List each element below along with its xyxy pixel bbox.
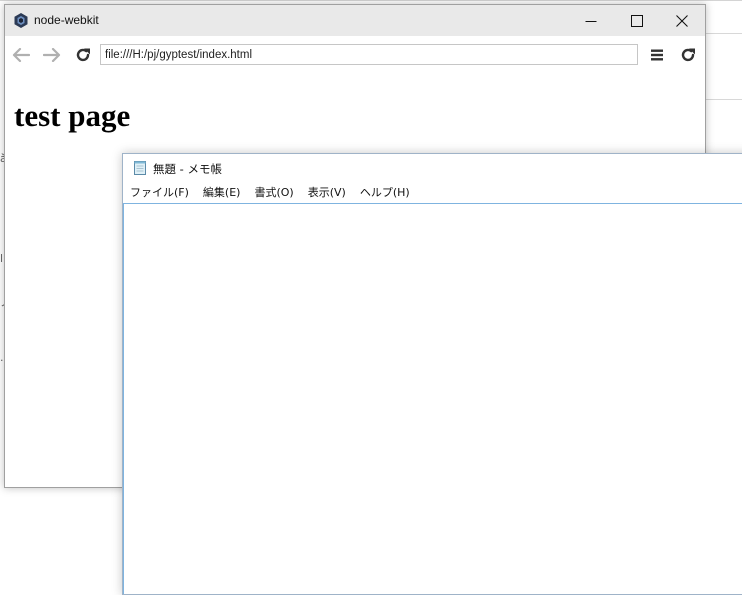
background-divider	[704, 33, 742, 34]
minimize-icon	[585, 20, 597, 22]
menu-button[interactable]	[647, 45, 667, 65]
background-glyph: l	[0, 252, 4, 265]
address-bar[interactable]	[100, 44, 638, 65]
minimize-button[interactable]	[568, 5, 614, 36]
menu-file[interactable]: ファイル(F)	[123, 182, 196, 203]
arrow-right-icon	[43, 48, 61, 62]
notepad-title: 無題 - メモ帳	[153, 162, 222, 176]
node-webkit-titlebar[interactable]: node-webkit	[5, 5, 705, 36]
close-icon	[676, 14, 688, 27]
notepad-window: 無題 - メモ帳 ファイル(F) 編集(E) 書式(O) 表示(V) ヘルプ(H…	[122, 153, 742, 595]
menu-edit[interactable]: 編集(E)	[196, 182, 248, 203]
back-button[interactable]	[11, 45, 31, 65]
window-title: node-webkit	[34, 13, 99, 27]
forward-button[interactable]	[42, 45, 62, 65]
background-glyph: ·	[0, 354, 4, 367]
background-divider	[704, 99, 742, 100]
reload-button[interactable]	[73, 45, 93, 65]
menu-view[interactable]: 表示(V)	[301, 182, 353, 203]
hamburger-menu-icon	[651, 49, 663, 61]
devtools-reload-button[interactable]	[678, 45, 698, 65]
reload-icon	[681, 48, 695, 62]
page-heading: test page	[14, 98, 131, 133]
browser-toolbar	[5, 36, 705, 74]
notepad-titlebar[interactable]: 無題 - メモ帳	[123, 154, 742, 182]
notepad-icon	[132, 160, 148, 176]
menu-help[interactable]: ヘルプ(H)	[353, 182, 417, 203]
notepad-menubar: ファイル(F) 編集(E) 書式(O) 表示(V) ヘルプ(H)	[123, 182, 742, 203]
arrow-left-icon	[12, 48, 30, 62]
node-webkit-icon	[14, 13, 28, 28]
notepad-text-area[interactable]	[123, 203, 742, 594]
close-button[interactable]	[659, 5, 705, 36]
menu-format[interactable]: 書式(O)	[247, 182, 300, 203]
maximize-icon	[631, 14, 643, 27]
reload-icon	[76, 48, 90, 62]
maximize-button[interactable]	[614, 5, 660, 36]
